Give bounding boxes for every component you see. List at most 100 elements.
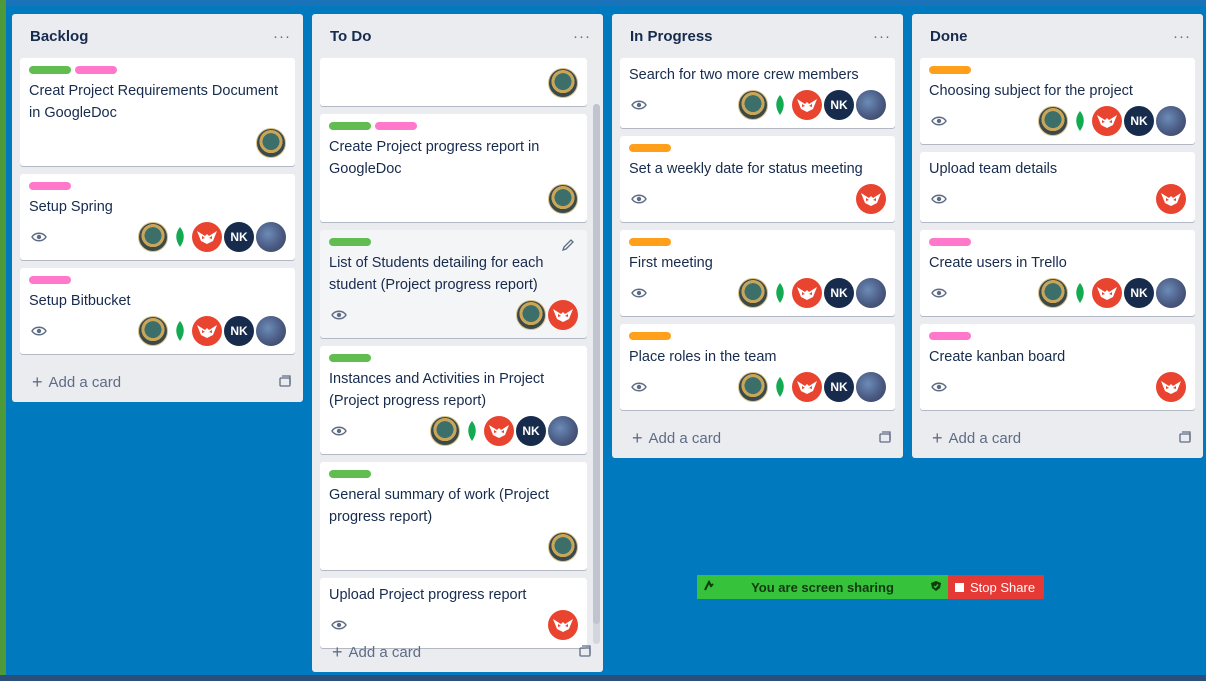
member-avatar-red-mask[interactable] xyxy=(792,372,822,402)
member-avatar-initials[interactable]: NK xyxy=(224,222,254,252)
stop-share-button[interactable]: Stop Share xyxy=(948,575,1044,599)
list-scrollbar[interactable] xyxy=(593,104,600,644)
card[interactable] xyxy=(320,58,587,106)
list-header[interactable]: In Progress ··· xyxy=(612,14,903,58)
member-avatar-illustration[interactable] xyxy=(856,372,886,402)
label-green[interactable] xyxy=(329,470,371,478)
card[interactable]: General summary of work (Project progres… xyxy=(320,462,587,570)
list-menu-button[interactable]: ··· xyxy=(1173,28,1191,45)
card[interactable]: Setup Spring NK xyxy=(20,174,295,260)
card[interactable]: Set a weekly date for status meeting xyxy=(620,136,895,222)
mongodb-leaf-icon[interactable] xyxy=(770,90,790,120)
list-title[interactable]: Done xyxy=(930,28,968,45)
card[interactable]: List of Students detailing for each stud… xyxy=(320,230,587,338)
member-avatar-illustration[interactable] xyxy=(256,316,286,346)
card-template-icon[interactable] xyxy=(1179,430,1191,447)
member-avatar-initials[interactable]: NK xyxy=(1124,106,1154,136)
list-menu-button[interactable]: ··· xyxy=(273,28,291,45)
member-avatar-photo[interactable] xyxy=(138,316,168,346)
add-card-button[interactable]: + Add a card xyxy=(12,362,303,402)
card[interactable]: Create users in Trello NK xyxy=(920,230,1195,316)
drag-handle-icon[interactable] xyxy=(703,579,715,595)
list-title[interactable]: Backlog xyxy=(30,28,88,45)
member-avatar-red-mask[interactable] xyxy=(1092,278,1122,308)
member-avatar-red-mask[interactable] xyxy=(856,184,886,214)
member-avatar-illustration[interactable] xyxy=(1156,278,1186,308)
label-pink[interactable] xyxy=(929,332,971,340)
card[interactable]: Choosing subject for the project NK xyxy=(920,58,1195,144)
mongodb-leaf-icon[interactable] xyxy=(170,222,190,252)
member-avatar-photo[interactable] xyxy=(548,184,578,214)
label-pink[interactable] xyxy=(375,122,417,130)
mongodb-leaf-icon[interactable] xyxy=(770,278,790,308)
list-header[interactable]: To Do ··· xyxy=(312,14,603,58)
add-card-button[interactable]: + Add a card xyxy=(912,418,1203,458)
member-avatar-photo[interactable] xyxy=(138,222,168,252)
edit-pencil-icon[interactable] xyxy=(561,238,575,252)
list-menu-button[interactable]: ··· xyxy=(573,28,591,45)
member-avatar-red-mask[interactable] xyxy=(1156,184,1186,214)
member-avatar-photo[interactable] xyxy=(1038,278,1068,308)
member-avatar-initials[interactable]: NK xyxy=(824,278,854,308)
member-avatar-initials[interactable]: NK xyxy=(224,316,254,346)
card[interactable]: Setup Bitbucket NK xyxy=(20,268,295,354)
add-card-button[interactable]: + Add a card xyxy=(612,418,903,458)
label-pink[interactable] xyxy=(75,66,117,74)
member-avatar-red-mask[interactable] xyxy=(792,90,822,120)
label-orange[interactable] xyxy=(929,66,971,74)
mongodb-leaf-icon[interactable] xyxy=(170,316,190,346)
member-avatar-red-mask[interactable] xyxy=(192,316,222,346)
member-avatar-red-mask[interactable] xyxy=(1156,372,1186,402)
member-avatar-initials[interactable]: NK xyxy=(824,372,854,402)
card[interactable]: Creat Project Requirements Document in G… xyxy=(20,58,295,166)
card[interactable]: Search for two more crew members NK xyxy=(620,58,895,128)
member-avatar-photo[interactable] xyxy=(256,128,286,158)
scrollbar-thumb[interactable] xyxy=(593,104,600,624)
member-avatar-photo[interactable] xyxy=(430,416,460,446)
list-title[interactable]: To Do xyxy=(330,28,371,45)
list-menu-button[interactable]: ··· xyxy=(873,28,891,45)
label-pink[interactable] xyxy=(929,238,971,246)
add-card-button[interactable]: + Add a card xyxy=(312,632,603,672)
card-template-icon[interactable] xyxy=(879,430,891,447)
label-orange[interactable] xyxy=(629,144,671,152)
member-avatar-illustration[interactable] xyxy=(1156,106,1186,136)
member-avatar-red-mask[interactable] xyxy=(192,222,222,252)
member-avatar-initials[interactable]: NK xyxy=(1124,278,1154,308)
card[interactable]: Instances and Activities in Project (Pro… xyxy=(320,346,587,454)
member-avatar-illustration[interactable] xyxy=(856,90,886,120)
label-green[interactable] xyxy=(29,66,71,74)
card[interactable]: Upload team details xyxy=(920,152,1195,222)
member-avatar-photo[interactable] xyxy=(738,278,768,308)
label-green[interactable] xyxy=(329,122,371,130)
member-avatar-red-mask[interactable] xyxy=(548,300,578,330)
list-header[interactable]: Done ··· xyxy=(912,14,1203,58)
member-avatar-initials[interactable]: NK xyxy=(516,416,546,446)
label-green[interactable] xyxy=(329,238,371,246)
label-pink[interactable] xyxy=(29,182,71,190)
member-avatar-illustration[interactable] xyxy=(256,222,286,252)
card[interactable]: Create Project progress report in Google… xyxy=(320,114,587,222)
mongodb-leaf-icon[interactable] xyxy=(770,372,790,402)
member-avatar-photo[interactable] xyxy=(738,372,768,402)
card[interactable]: Create kanban board xyxy=(920,324,1195,410)
card-template-icon[interactable] xyxy=(279,374,291,391)
mongodb-leaf-icon[interactable] xyxy=(1070,106,1090,136)
member-avatar-photo[interactable] xyxy=(548,68,578,98)
list-header[interactable]: Backlog ··· xyxy=(12,14,303,58)
member-avatar-red-mask[interactable] xyxy=(484,416,514,446)
label-orange[interactable] xyxy=(629,332,671,340)
card[interactable]: First meeting NK xyxy=(620,230,895,316)
member-avatar-illustration[interactable] xyxy=(548,416,578,446)
member-avatar-photo[interactable] xyxy=(1038,106,1068,136)
member-avatar-illustration[interactable] xyxy=(856,278,886,308)
member-avatar-red-mask[interactable] xyxy=(1092,106,1122,136)
label-orange[interactable] xyxy=(629,238,671,246)
member-avatar-photo[interactable] xyxy=(516,300,546,330)
member-avatar-red-mask[interactable] xyxy=(792,278,822,308)
member-avatar-photo[interactable] xyxy=(548,532,578,562)
card[interactable]: Place roles in the team NK xyxy=(620,324,895,410)
member-avatar-initials[interactable]: NK xyxy=(824,90,854,120)
mongodb-leaf-icon[interactable] xyxy=(1070,278,1090,308)
member-avatar-photo[interactable] xyxy=(738,90,768,120)
